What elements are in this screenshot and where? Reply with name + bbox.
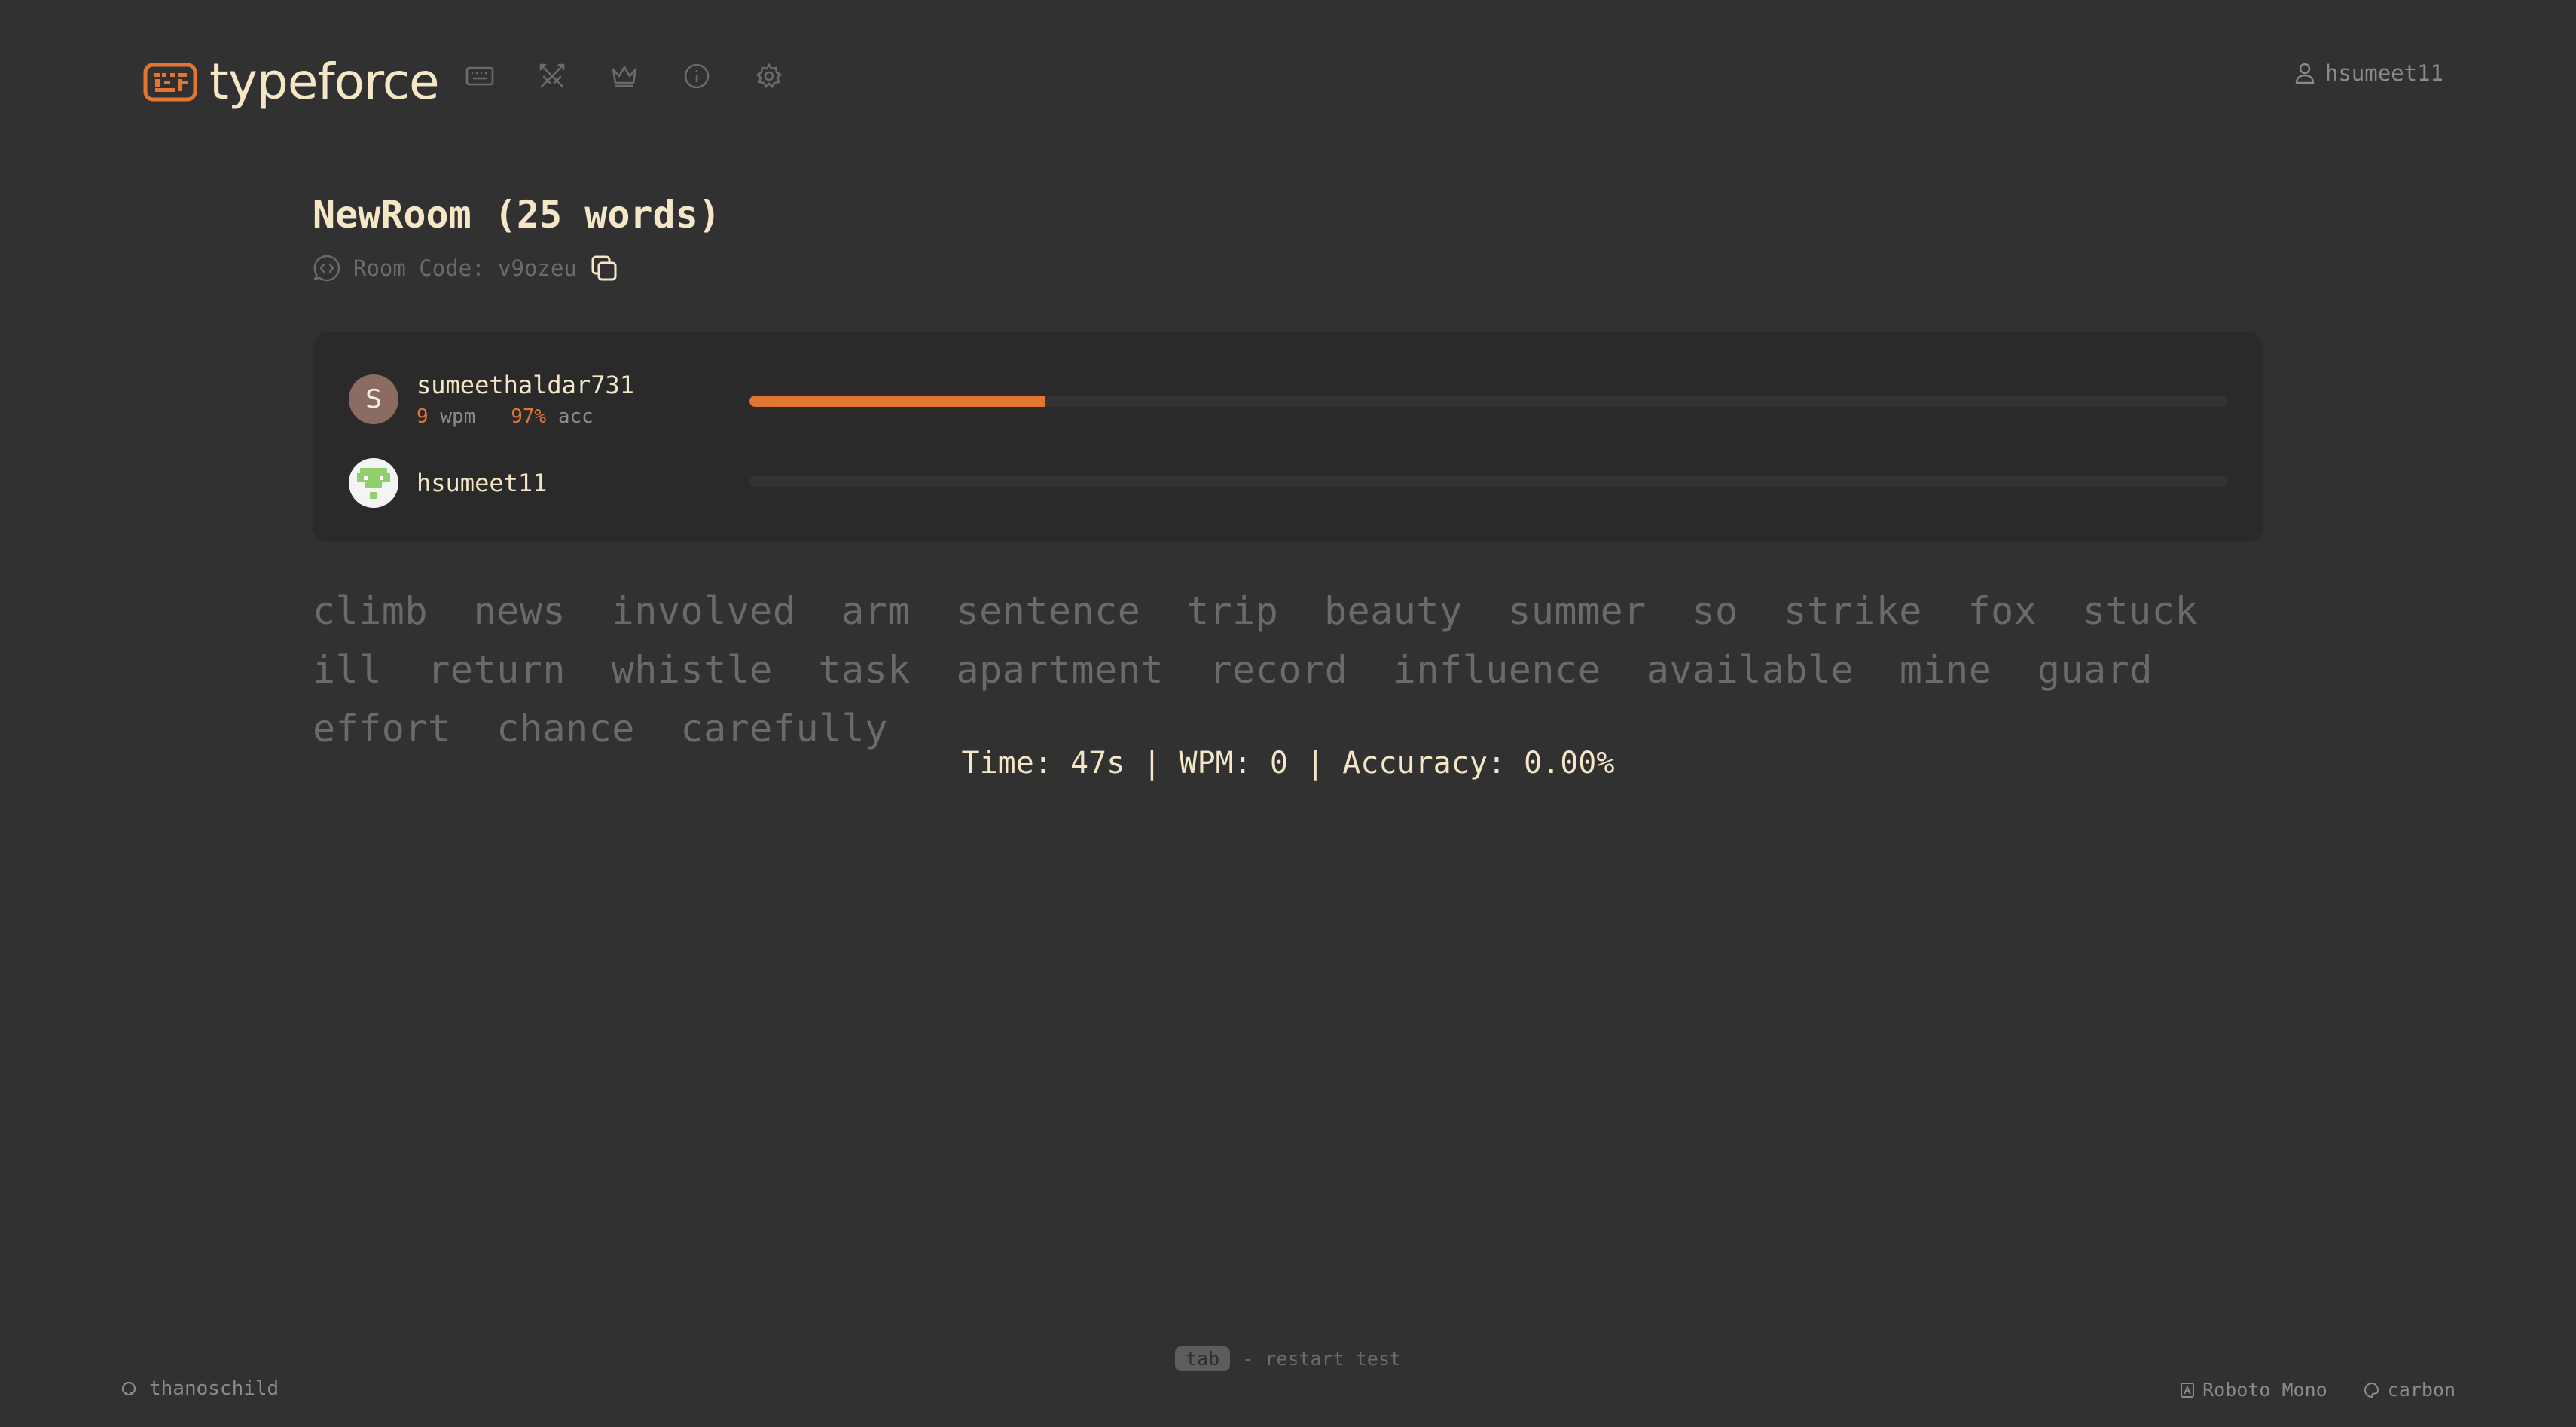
github-username: thanoschild [149, 1377, 279, 1400]
word: stuck [2082, 589, 2198, 633]
keyboard-logo-icon [143, 63, 197, 102]
word: summer [1508, 589, 1647, 633]
word: chance [496, 707, 635, 750]
word: effort [313, 707, 451, 750]
word: news [473, 589, 566, 633]
typing-words[interactable]: climb news involved arm sentence trip be… [313, 582, 2263, 758]
word: involved [611, 589, 796, 633]
player-row: hsumeet11 [349, 458, 547, 508]
github-link[interactable]: thanoschild [121, 1377, 279, 1400]
player-name: hsumeet11 [417, 469, 548, 497]
gear-icon [755, 63, 783, 90]
word: so [1692, 589, 1738, 633]
word: apartment [956, 648, 1164, 692]
player-accuracy-label: acc [557, 405, 594, 428]
font-name: Roboto Mono [2202, 1379, 2327, 1401]
nav-leaderboard-button[interactable] [606, 59, 643, 93]
copy-icon [589, 253, 619, 283]
logo[interactable]: typeforce [143, 53, 440, 111]
player-stats: 9 wpm 97% acc [417, 405, 634, 428]
theme-selector[interactable]: carbon [2364, 1379, 2455, 1401]
word: mine [1899, 648, 1992, 692]
room-code-row: Room Code: v9ozeu [313, 253, 619, 283]
crown-icon [610, 63, 639, 89]
nav-multiplayer-button[interactable] [533, 59, 571, 93]
word: beauty [1323, 589, 1463, 633]
footer-settings: Roboto Mono carbon [2180, 1379, 2455, 1401]
info-icon [683, 63, 710, 90]
font-selector[interactable]: Roboto Mono [2180, 1379, 2327, 1401]
top-nav [461, 59, 788, 93]
word: carefully [680, 707, 888, 750]
player-accuracy: 97% [511, 405, 547, 428]
avatar [349, 458, 398, 508]
word: guard [2037, 648, 2153, 692]
word: available [1646, 648, 1854, 692]
copy-room-code-button[interactable] [589, 253, 619, 283]
github-icon [121, 1380, 137, 1397]
keyboard-icon [465, 65, 494, 87]
word: climb [313, 589, 429, 633]
avatar: S [349, 374, 398, 424]
word: record [1209, 648, 1348, 692]
player-name: sumeethaldar731 [417, 371, 634, 399]
progress-track [749, 476, 2227, 487]
progress-fill [749, 396, 1045, 407]
word: ill [313, 648, 382, 692]
nav-keyboard-button[interactable] [461, 59, 499, 93]
room-code: Room Code: v9ozeu [353, 255, 577, 281]
font-icon [2180, 1382, 2195, 1398]
user-name: hsumeet11 [2324, 60, 2443, 86]
app-title: typeforce [209, 53, 440, 111]
chat-code-icon [313, 254, 341, 283]
user-profile-link[interactable]: hsumeet11 [2295, 60, 2443, 86]
player-row: S sumeethaldar731 9 wpm 97% acc [349, 371, 634, 428]
word: fox [1967, 589, 2037, 633]
progress-track [749, 396, 2227, 407]
word: return [427, 648, 566, 692]
nav-settings-button[interactable] [750, 59, 788, 93]
room-title: NewRoom (25 words) [313, 193, 721, 237]
user-icon [2295, 62, 2315, 84]
player-wpm: 9 [417, 405, 429, 428]
word: influence [1393, 648, 1601, 692]
crossed-swords-icon [538, 62, 566, 90]
word: task [818, 648, 911, 692]
tab-key-badge: tab [1175, 1346, 1231, 1371]
restart-hint-text: - restart test [1242, 1348, 1401, 1370]
word: arm [841, 589, 911, 633]
player-wpm-label: wpm [440, 405, 476, 428]
players-panel: S sumeethaldar731 9 wpm 97% acc hsumeet1… [313, 332, 2263, 542]
palette-icon [2364, 1382, 2380, 1398]
restart-hint: tab - restart test [0, 1346, 2576, 1371]
results-summary: Time: 47s | WPM: 0 | Accuracy: 0.00% [961, 746, 1615, 781]
word: sentence [956, 589, 1141, 633]
theme-name: carbon [2387, 1379, 2455, 1401]
word: trip [1186, 589, 1279, 633]
word: whistle [611, 648, 773, 692]
nav-about-button[interactable] [678, 59, 716, 93]
word: strike [1784, 589, 1922, 633]
